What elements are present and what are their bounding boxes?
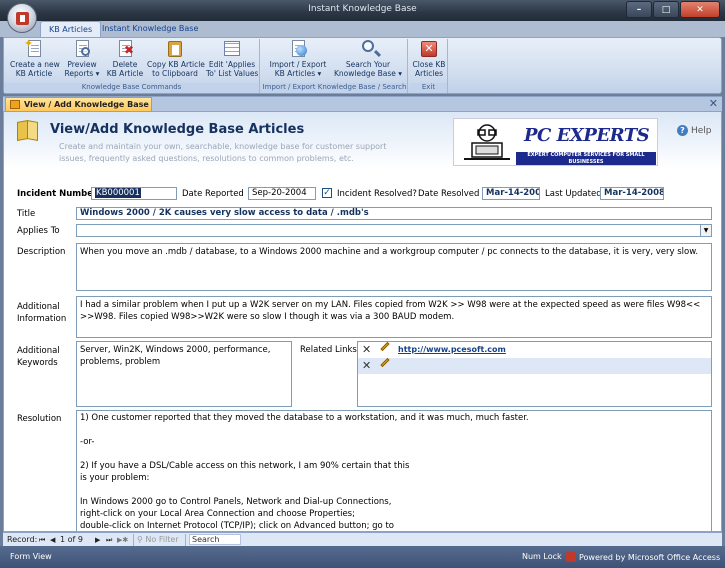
document-tab-strip: View / Add Knowledge Base Article ✕ bbox=[3, 96, 722, 122]
last-record-button[interactable]: ⏭ bbox=[106, 534, 112, 546]
close-document-icon[interactable]: ✕ bbox=[709, 97, 718, 110]
close-articles-button[interactable]: ✕ Close KB Articles bbox=[412, 40, 446, 82]
record-label: Record: bbox=[7, 535, 38, 544]
title-field[interactable]: Windows 2000 / 2K causes very slow acces… bbox=[76, 207, 712, 220]
title-label: Title bbox=[17, 209, 36, 219]
last-updated-label: Last Updated bbox=[545, 189, 602, 199]
related-links-list: ✕ http://www.pcesoft.com ✕ bbox=[357, 341, 712, 407]
powered-by: Powered by Microsoft Office Access bbox=[566, 552, 720, 562]
filter-icon: ⚲ bbox=[137, 535, 143, 544]
search-knowledge-base-button[interactable]: Search Your Knowledge Base ▾ bbox=[332, 40, 404, 82]
applies-to-label: Applies To bbox=[17, 226, 60, 236]
import-export-button[interactable]: Import / Export KB Articles ▾ bbox=[268, 40, 328, 82]
document-tab[interactable]: View / Add Knowledge Base Article bbox=[5, 97, 152, 122]
description-field[interactable]: When you move an .mdb / database, to a W… bbox=[76, 243, 712, 291]
additional-keywords-label: Additional Keywords bbox=[17, 346, 60, 368]
incident-number-field[interactable]: KB000001 bbox=[91, 187, 177, 200]
close-window-button[interactable]: ✕ bbox=[680, 1, 720, 18]
incident-number-label: Incident Number bbox=[17, 189, 98, 199]
tab-instant-knowledge-base[interactable]: Instant Knowledge Base bbox=[94, 21, 206, 37]
related-link-row-new: ✕ bbox=[358, 357, 711, 374]
new-record-button[interactable]: ▶✱ bbox=[117, 534, 128, 546]
last-updated-field: Mar-14-2008 bbox=[600, 187, 664, 200]
date-resolved-field[interactable]: Mar-14-2008 bbox=[482, 187, 540, 200]
title-bar: Instant Knowledge Base – □ ✕ bbox=[0, 0, 725, 21]
group-label-kb-commands: Knowledge Base Commands bbox=[4, 83, 259, 93]
office-logo-icon bbox=[566, 552, 576, 562]
office-button[interactable] bbox=[7, 3, 37, 33]
book-icon bbox=[17, 119, 39, 143]
preview-reports-button[interactable]: Preview Reports ▾ bbox=[62, 40, 102, 82]
delete-link-icon[interactable]: ✕ bbox=[362, 359, 371, 372]
search-icon bbox=[358, 40, 378, 58]
close-icon: ✕ bbox=[419, 40, 439, 58]
numlock-status: Num Lock bbox=[522, 552, 562, 561]
maximize-button[interactable]: □ bbox=[653, 1, 679, 18]
incident-resolved-checkbox[interactable]: ✓ bbox=[322, 188, 332, 198]
office-logo-icon bbox=[16, 12, 29, 25]
related-link-url[interactable]: http://www.pcesoft.com bbox=[398, 345, 506, 354]
delete-icon: ✖ bbox=[115, 40, 135, 58]
search-box[interactable]: Search bbox=[189, 534, 241, 545]
date-resolved-label: Date Resolved bbox=[418, 189, 480, 199]
create-article-button[interactable]: ✦ Create a new KB Article bbox=[10, 38, 60, 82]
delete-article-button[interactable]: ✖ Delete KB Article bbox=[105, 40, 145, 82]
group-label-import-export-search: Import / Export Knowledge Base / Search bbox=[262, 83, 407, 93]
minimize-button[interactable]: – bbox=[626, 1, 652, 18]
record-position-field[interactable]: 1 of 9 bbox=[60, 534, 83, 546]
status-bar: Form View Num Lock Powered by Microsoft … bbox=[0, 546, 725, 568]
mascot-icon bbox=[464, 124, 510, 160]
resolution-field[interactable]: 1) One customer reported that they moved… bbox=[76, 410, 712, 531]
date-reported-field[interactable]: Sep-20-2004 bbox=[248, 187, 316, 200]
no-filter-button[interactable]: ⚲ No Filter bbox=[137, 534, 179, 546]
edit-link-icon[interactable] bbox=[380, 341, 390, 352]
additional-information-label: Additional Information bbox=[17, 302, 67, 324]
additional-keywords-field[interactable]: Server, Win2K, Windows 2000, performance… bbox=[76, 341, 292, 407]
preview-icon bbox=[72, 40, 92, 58]
incident-resolved-label: Incident Resolved? bbox=[337, 189, 417, 199]
new-document-icon: ✦ bbox=[24, 38, 44, 58]
group-label-exit: Exit bbox=[410, 83, 447, 93]
previous-record-button[interactable]: ◀ bbox=[50, 534, 55, 546]
view-status: Form View bbox=[10, 552, 52, 561]
first-record-button[interactable]: ⏮ bbox=[39, 534, 45, 546]
page-title: View/Add Knowledge Base Articles bbox=[50, 122, 305, 137]
help-link[interactable]: ? Help bbox=[677, 125, 712, 136]
clipboard-icon bbox=[165, 40, 185, 58]
description-label: Description bbox=[17, 247, 66, 257]
ribbon: ✦ Create a new KB Article Preview Report… bbox=[3, 37, 722, 94]
window-controls: – □ ✕ bbox=[625, 1, 720, 18]
chevron-down-icon[interactable]: ▼ bbox=[700, 225, 711, 236]
copy-to-clipboard-button[interactable]: Copy KB Article to Clipboard bbox=[147, 40, 205, 82]
record-navigator: Record: ⏮ ◀ 1 of 9 ▶ ⏭ ▶✱ ⚲ No Filter Se… bbox=[3, 532, 722, 546]
window-title: Instant Knowledge Base bbox=[308, 4, 417, 14]
tab-kb-articles[interactable]: KB Articles bbox=[40, 21, 102, 37]
delete-link-icon[interactable]: ✕ bbox=[362, 343, 371, 356]
form-header: View/Add Knowledge Base Articles Create … bbox=[4, 112, 721, 175]
edit-link-icon[interactable] bbox=[380, 357, 390, 368]
import-export-icon bbox=[288, 40, 308, 58]
pc-experts-logo: PC EXPERTS EXPERT COMPUTER SERVICES FOR … bbox=[453, 118, 658, 166]
kb-article-form: View/Add Knowledge Base Articles Create … bbox=[3, 111, 722, 532]
group-kb-commands: ✦ Create a new KB Article Preview Report… bbox=[4, 38, 260, 93]
additional-information-field[interactable]: I had a similar problem when I put up a … bbox=[76, 296, 712, 338]
group-exit: ✕ Close KB Articles Exit bbox=[410, 39, 448, 93]
form-icon bbox=[10, 100, 20, 109]
help-icon: ? bbox=[677, 125, 688, 136]
ribbon-tabs: KB Articles Instant Knowledge Base bbox=[0, 21, 725, 37]
edit-applies-to-button[interactable]: Edit 'Applies To' List Values bbox=[206, 40, 258, 82]
group-import-export-search: Import / Export KB Articles ▾ Search You… bbox=[262, 39, 408, 93]
date-reported-label: Date Reported bbox=[182, 189, 244, 199]
applies-to-dropdown[interactable]: ▼ bbox=[76, 224, 712, 237]
related-links-label: Related Links bbox=[300, 345, 357, 355]
page-description: Create and maintain your own, searchable… bbox=[59, 142, 387, 163]
list-edit-icon bbox=[222, 40, 242, 58]
next-record-button[interactable]: ▶ bbox=[95, 534, 100, 546]
related-link-row: ✕ http://www.pcesoft.com bbox=[358, 341, 711, 358]
resolution-label: Resolution bbox=[17, 414, 62, 424]
